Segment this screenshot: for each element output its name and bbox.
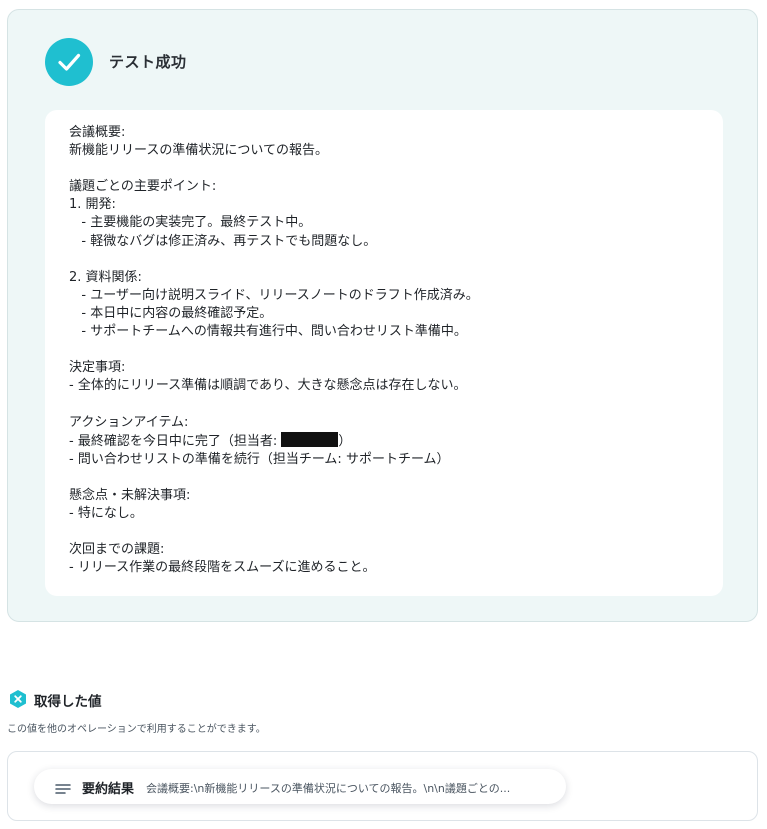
summary-line: - 特になし。 — [69, 505, 143, 521]
close-badge-icon — [8, 689, 28, 709]
acquired-values-description: この値を他のオペレーションで利用することができます。 — [7, 724, 266, 735]
summary-line: - 問い合わせリストの準備を続行（担当チーム: サポートチーム） — [69, 451, 450, 467]
checkmark-icon — [45, 38, 93, 86]
summary-line: - 全体的にリリース準備は順調であり、大きな懸念点は存在しない。 — [69, 378, 467, 394]
summary-line: 議題ごとの主要ポイント: — [69, 179, 217, 195]
test-success-panel: テスト成功 会議概要: 新機能リリースの準備状況についての報告。 議題ごとの主要… — [7, 9, 758, 622]
summary-line: 決定事項: — [69, 360, 126, 376]
text-lines-icon — [55, 780, 71, 799]
result-card: 会議概要: 新機能リリースの準備状況についての報告。 議題ごとの主要ポイント: … — [45, 110, 723, 596]
summary-line: 1. 開発: — [69, 197, 116, 213]
summary-line: - 本日中に内容の最終確認予定。 — [69, 305, 273, 321]
summary-line: - リリース作業の最終段階をスムーズに進めること。 — [69, 560, 376, 576]
summary-line: - 最終確認を今日中に完了（担当者: — [69, 433, 282, 449]
acquired-values-title: 取得した値 — [34, 694, 102, 710]
summary-line: - サポートチームへの情報共有進行中、問い合わせリスト準備中。 — [69, 324, 467, 340]
summary-line: 2. 資料関係: — [69, 269, 142, 285]
value-chip-label: 要約結果 — [82, 782, 135, 797]
acquired-values-box: 要約結果 会議概要:\n新機能リリースの準備状況についての報告。\n\n議題ごと… — [7, 751, 758, 821]
summary-line: 新機能リリースの準備状況についての報告。 — [69, 143, 328, 159]
test-result-page: テスト成功 会議概要: 新機能リリースの準備状況についての報告。 議題ごとの主要… — [0, 0, 767, 829]
value-chip-preview: 会議概要:\n新機能リリースの準備状況についての報告。\n\n議題ごとの... — [146, 782, 511, 795]
test-status-title: テスト成功 — [109, 53, 187, 71]
summary-line: - 軽微なバグは修正済み、再テストでも問題なし。 — [69, 233, 377, 249]
redacted-suffix: ） — [338, 433, 352, 449]
value-chip-summary[interactable]: 要約結果 会議概要:\n新機能リリースの準備状況についての報告。\n\n議題ごと… — [34, 769, 566, 804]
summary-line: - 主要機能の実装完了。最終テスト中。 — [69, 215, 312, 231]
summary-line: アクションアイテム: — [69, 414, 189, 430]
redacted-block — [281, 431, 339, 447]
summary-line: 次回までの課題: — [69, 542, 165, 558]
summary-line: 懸念点・未解決事項: — [69, 487, 191, 503]
summary-line: - ユーザー向け説明スライド、リリースノートのドラフト作成済み。 — [69, 287, 479, 303]
summary-line: 会議概要: — [69, 125, 126, 140]
summary-text: 会議概要: 新機能リリースの準備状況についての報告。 議題ごとの主要ポイント: … — [69, 124, 709, 577]
